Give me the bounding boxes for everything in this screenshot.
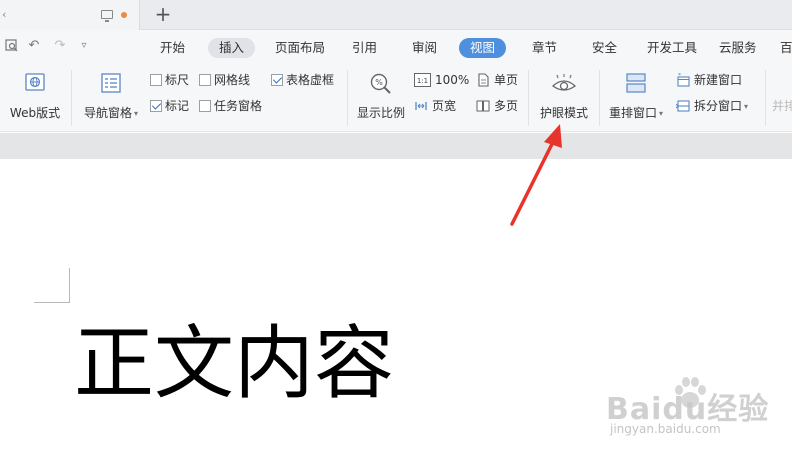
new-window-button[interactable]: * 新建窗口	[676, 70, 742, 90]
menu-insert[interactable]: 插入	[208, 38, 256, 58]
quick-access-dropdown-icon[interactable]: ▿	[76, 38, 92, 54]
monitor-icon	[101, 10, 113, 22]
menu-chapter[interactable]: 章节	[521, 38, 568, 58]
menu-view[interactable]: 视图	[459, 38, 507, 58]
redo-icon[interactable]: ↷	[52, 38, 68, 54]
new-tab-button[interactable]: +	[152, 3, 174, 25]
page-width-icon	[414, 99, 428, 113]
workspace-band	[0, 133, 792, 159]
margin-corner-marker	[69, 268, 70, 302]
gridlines-checkbox[interactable]: 网格线	[199, 70, 250, 90]
web-layout-button[interactable]: Web版式	[4, 70, 66, 128]
dropdown-caret-icon: ▾	[659, 109, 664, 118]
svg-text:1:1: 1:1	[417, 77, 428, 85]
new-window-icon: *	[676, 72, 690, 87]
svg-text:%: %	[375, 78, 383, 87]
side-by-side-button[interactable]: 并排	[772, 96, 792, 116]
marks-checkbox[interactable]: 标记	[150, 96, 189, 116]
split-window-button[interactable]: 拆分窗口 ▾	[675, 96, 749, 116]
table-gridlines-checkbox[interactable]: 表格虚框	[271, 70, 334, 90]
dropdown-caret-icon: ▾	[134, 109, 139, 118]
one-to-one-icon: 1:1	[414, 73, 431, 87]
document-body-text[interactable]: 正文内容	[74, 319, 394, 409]
dropdown-caret-icon: ▾	[744, 102, 749, 111]
multi-page-icon	[476, 99, 490, 113]
task-pane-checkbox[interactable]: 任务窗格	[199, 96, 262, 116]
svg-text:*: *	[678, 73, 681, 79]
multi-page-button[interactable]: 多页	[476, 96, 518, 116]
rearrange-windows-icon	[625, 72, 647, 97]
group-separator	[599, 70, 600, 126]
split-window-icon	[675, 99, 690, 113]
tab-scroll-left-icon[interactable]: ‹	[2, 8, 6, 21]
unsaved-indicator-icon	[121, 12, 127, 18]
ruler-checkbox[interactable]: 标尺	[150, 70, 189, 90]
nav-pane-icon	[100, 72, 122, 97]
one-page-button[interactable]: 单页	[476, 70, 518, 90]
undo-icon[interactable]: ↶	[26, 38, 42, 54]
checkbox-icon	[150, 74, 162, 86]
group-separator	[71, 70, 72, 126]
checkbox-checked-icon	[150, 100, 162, 112]
eye-icon	[551, 72, 577, 99]
single-page-icon	[476, 73, 490, 87]
nav-pane-button[interactable]: 导航窗格 ▾	[78, 70, 144, 128]
document-tab[interactable]: ‹	[0, 0, 140, 30]
view-ribbon: Web版式 导航窗格 ▾ 标尺 网格线 表格虚框 标记 任务窗格 % 显示比例 1…	[0, 64, 792, 132]
web-layout-icon	[24, 72, 46, 97]
rearrange-windows-button[interactable]: 重排窗口 ▾	[603, 70, 669, 128]
annotation-arrow	[510, 124, 562, 226]
watermark-url: jingyan.baidu.com	[610, 422, 721, 436]
baidu-watermark: Baidu经验 jingyan.baidu.com	[606, 374, 792, 458]
page-width-button[interactable]: 页宽	[414, 96, 456, 116]
checkbox-icon	[199, 74, 211, 86]
group-separator	[765, 70, 766, 126]
checkbox-icon	[199, 100, 211, 112]
group-separator	[347, 70, 348, 126]
zoom-magnifier-icon: %	[369, 72, 393, 99]
menu-overflow-item[interactable]: 百	[769, 38, 792, 58]
menu-bar: ↶ ↷ ▿ 开始 插入 页面布局 引用 审阅 视图 章节 安全 开发工具 云服务…	[0, 30, 792, 64]
checkbox-checked-icon	[271, 74, 283, 86]
menu-security[interactable]: 安全	[581, 38, 628, 58]
margin-corner-marker	[34, 302, 70, 303]
menu-developer-tools[interactable]: 开发工具	[636, 38, 708, 58]
tab-strip: ‹ +	[0, 0, 792, 30]
zoom-100-button[interactable]: 1:1 100%	[414, 70, 469, 90]
menu-cloud-services[interactable]: 云服务	[708, 38, 768, 58]
print-preview-icon[interactable]	[4, 38, 20, 54]
zoom-button[interactable]: % 显示比例	[352, 70, 410, 128]
menu-page-layout[interactable]: 页面布局	[264, 38, 336, 58]
menu-review[interactable]: 审阅	[401, 38, 448, 58]
menu-references[interactable]: 引用	[341, 38, 388, 58]
menu-home[interactable]: 开始	[149, 38, 196, 58]
